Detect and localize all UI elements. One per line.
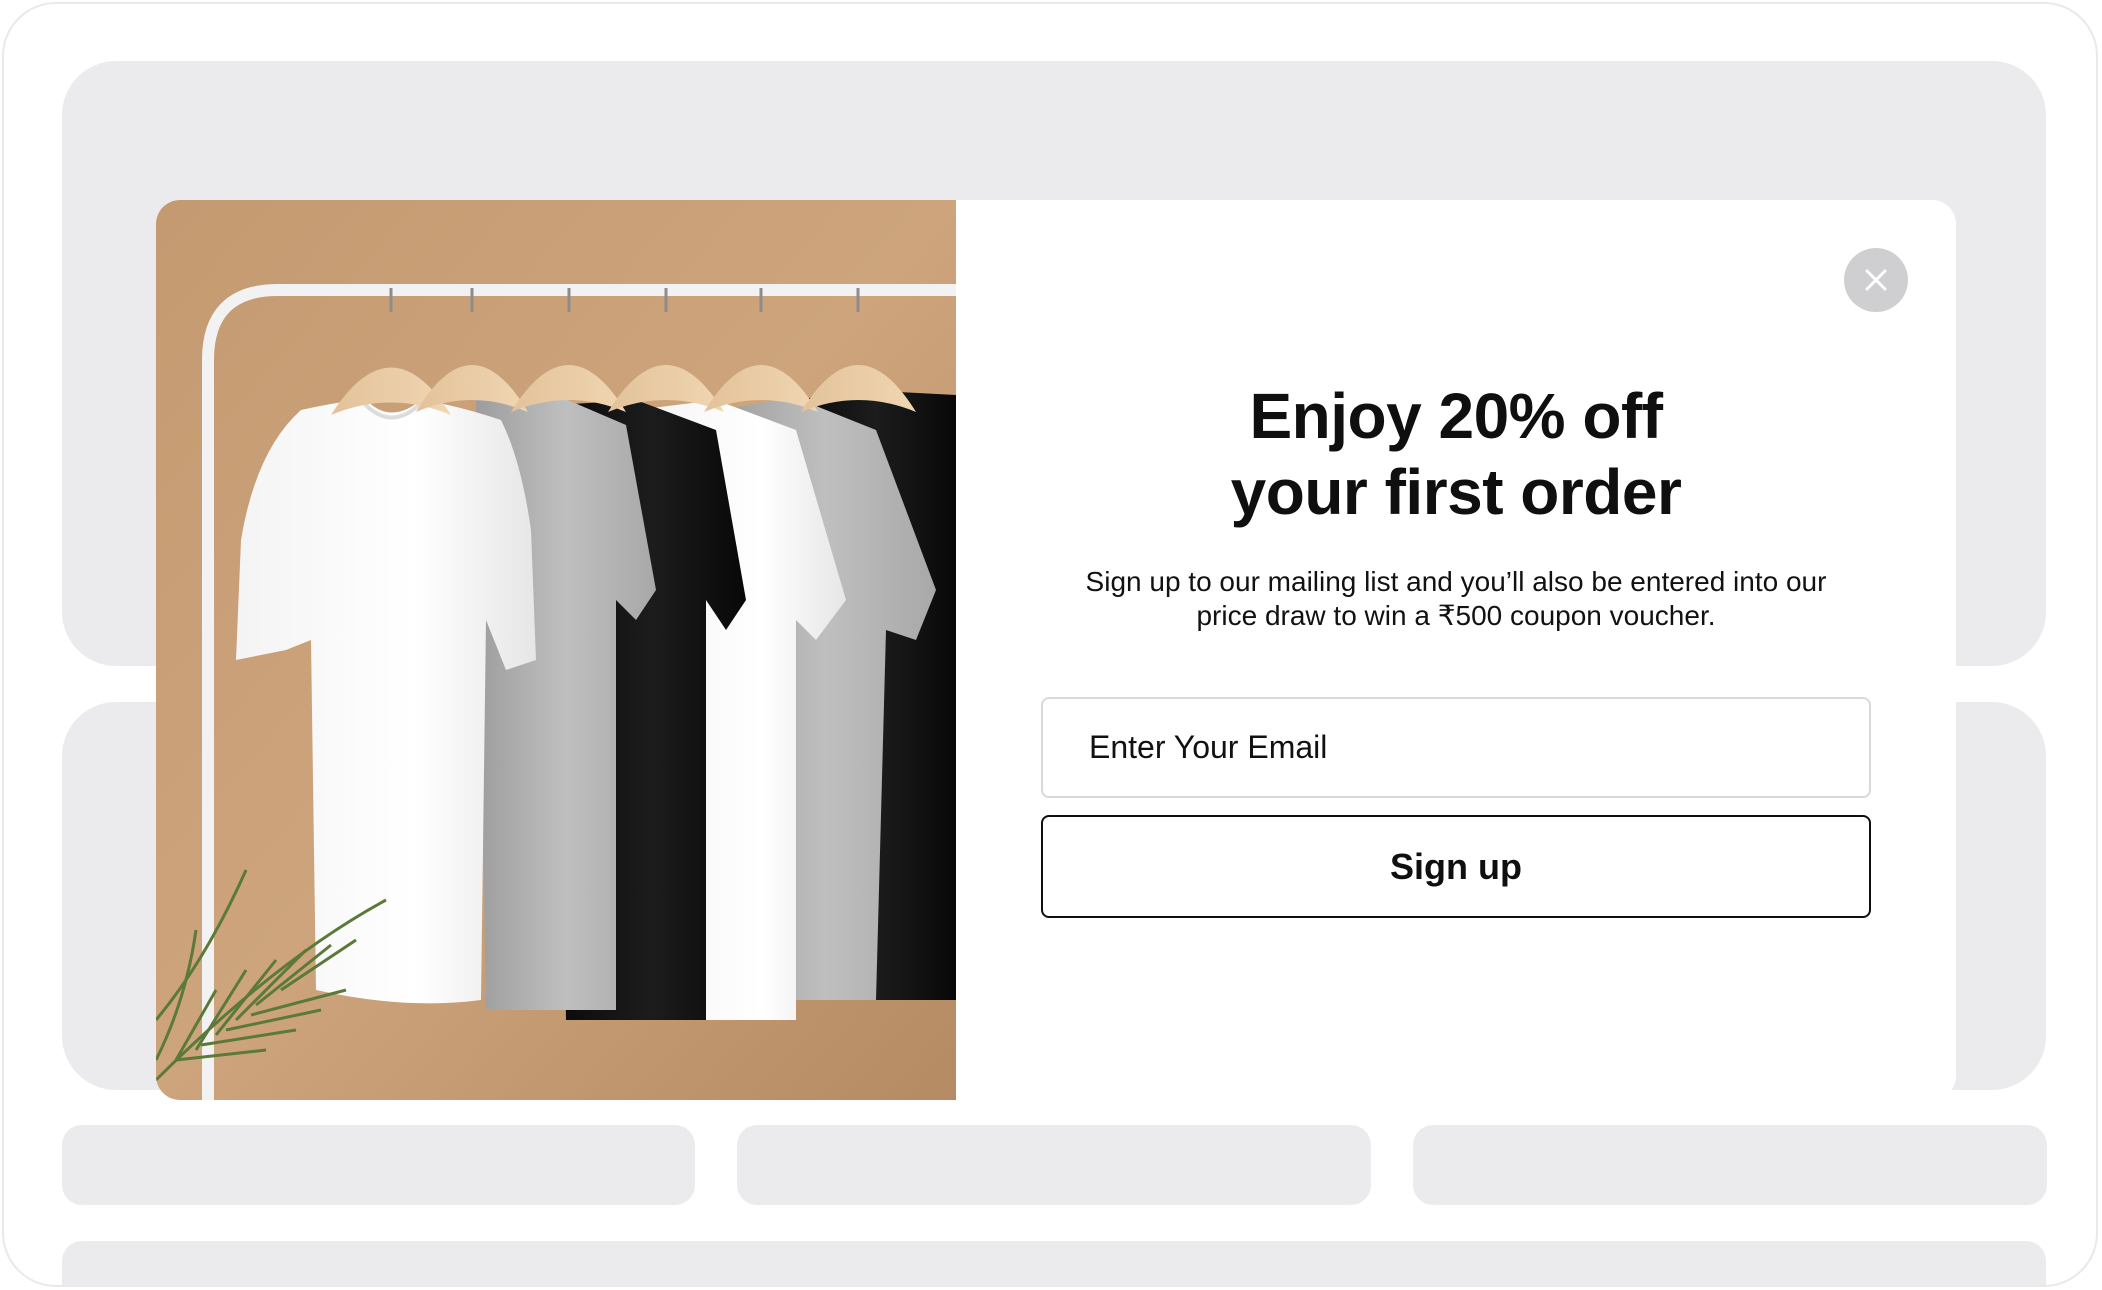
description-line-2: price draw to win a ₹500 coupon voucher.	[1196, 600, 1716, 631]
placeholder-card-2	[737, 1125, 1371, 1205]
t-shirts-on-rack-photo	[156, 200, 956, 1100]
email-field[interactable]	[1041, 697, 1871, 798]
browser-frame: Enjoy 20% off your first order Sign up t…	[2, 2, 2098, 1287]
popup-headline: Enjoy 20% off your first order	[956, 378, 1956, 530]
signup-popup: Enjoy 20% off your first order Sign up t…	[156, 200, 1956, 1100]
close-button[interactable]	[1844, 248, 1908, 312]
placeholder-footer-block	[62, 1241, 2046, 1285]
popup-description: Sign up to our mailing list and you’ll a…	[1036, 565, 1876, 633]
popup-content: Enjoy 20% off your first order Sign up t…	[956, 200, 1956, 1100]
close-icon	[1865, 269, 1887, 291]
signup-button[interactable]: Sign up	[1041, 815, 1871, 918]
placeholder-card-1	[62, 1125, 695, 1205]
placeholder-card-3	[1413, 1125, 2047, 1205]
headline-line-1: Enjoy 20% off	[1249, 380, 1663, 452]
headline-line-2: your first order	[1230, 456, 1682, 528]
description-line-1: Sign up to our mailing list and you’ll a…	[1085, 566, 1827, 597]
